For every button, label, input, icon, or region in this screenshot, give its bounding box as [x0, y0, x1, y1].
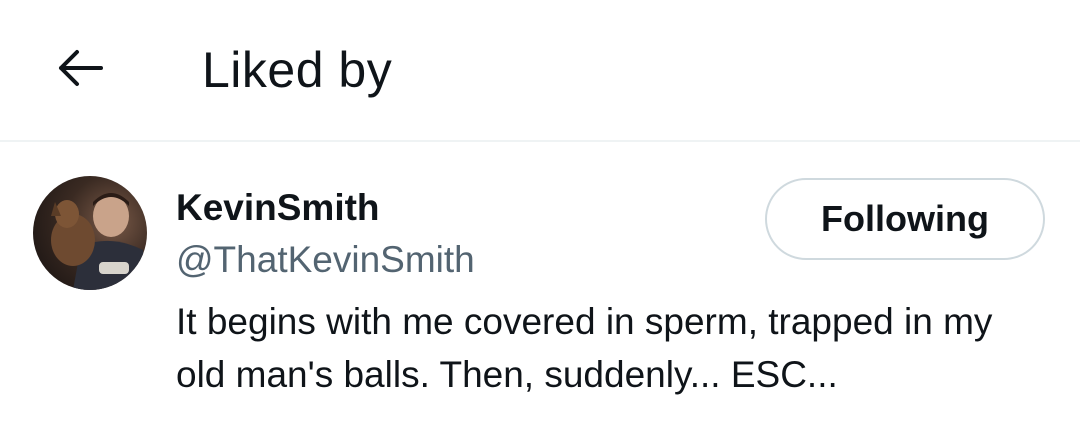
arrow-left-icon: [55, 48, 105, 88]
user-handle[interactable]: @ThatKevinSmith: [176, 238, 475, 282]
following-button[interactable]: Following: [765, 178, 1045, 260]
top-header: Liked by: [0, 0, 1080, 142]
page-title: Liked by: [202, 42, 393, 98]
user-display-name[interactable]: KevinSmith: [176, 186, 380, 230]
user-cell[interactable]: KevinSmith @ThatKevinSmith It begins wit…: [0, 142, 1080, 425]
back-button[interactable]: [40, 28, 120, 108]
avatar[interactable]: [33, 176, 147, 290]
user-bio: It begins with me covered in sperm, trap…: [176, 301, 993, 395]
